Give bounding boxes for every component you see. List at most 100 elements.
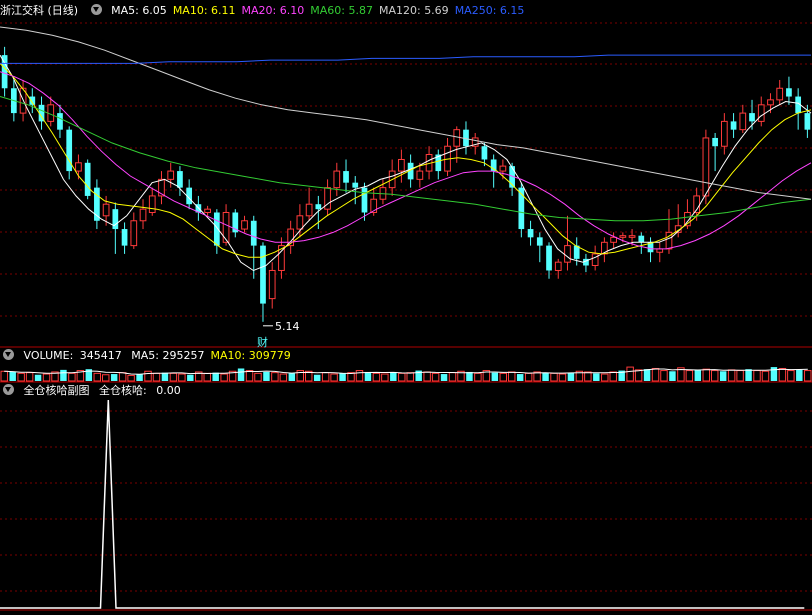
volume-bar xyxy=(245,370,254,382)
volume-panel[interactable] xyxy=(0,366,812,382)
volume-bar xyxy=(593,373,600,381)
volume-bar xyxy=(745,369,752,381)
candle-body xyxy=(749,113,755,122)
volume-bar xyxy=(702,368,711,382)
volume-bar xyxy=(42,373,51,382)
candle-body xyxy=(121,229,128,246)
candle-body xyxy=(102,203,110,217)
ma-line-ma120 xyxy=(0,26,812,200)
stock-title: 浙江交科 (日线) xyxy=(0,4,79,17)
volume-bar xyxy=(127,374,135,382)
candle-body xyxy=(786,88,792,97)
volume-bar xyxy=(398,372,406,382)
candle-body xyxy=(739,112,747,131)
volume-bar xyxy=(25,372,34,382)
volume-bar xyxy=(669,371,676,381)
volume-bar xyxy=(660,370,668,382)
ma-line-ma5 xyxy=(0,54,812,272)
candle-body xyxy=(656,248,664,253)
indicator-title: 全仓核哈副图 xyxy=(23,384,90,397)
candle-body xyxy=(177,171,183,188)
volume-bar xyxy=(110,374,118,381)
volume-bar xyxy=(406,372,414,382)
volume-title: VOLUME xyxy=(23,349,70,362)
volume-bar xyxy=(711,370,719,382)
volume-ma-legend: MA5: 295257 MA10: 309779 xyxy=(131,349,291,362)
volume-bar xyxy=(60,369,67,381)
legend-ma10: MA10 xyxy=(210,349,242,362)
volume-bar xyxy=(34,374,42,381)
dropdown-icon[interactable] xyxy=(3,384,14,395)
candle-body xyxy=(296,215,304,230)
volume-bar xyxy=(136,374,143,381)
legend-ma5-value: 295257 xyxy=(162,349,205,362)
ma-line-ma10 xyxy=(0,63,812,258)
volume-bar xyxy=(102,374,110,382)
candle-body xyxy=(361,187,368,213)
candle-body xyxy=(75,162,82,172)
indicator-header: 全仓核哈副图 全仓核哈: 0.00 xyxy=(0,383,187,399)
volume-bar xyxy=(474,372,482,382)
indicator-value: 0.00 xyxy=(156,384,181,397)
legend-ma60-value: 5.87 xyxy=(348,4,373,17)
volume-bar xyxy=(254,372,262,382)
volume-bar xyxy=(499,372,507,382)
volume-bar xyxy=(685,370,694,382)
volume-bar xyxy=(237,368,245,381)
candle-body xyxy=(84,162,91,196)
volume-bar xyxy=(381,373,389,382)
dropdown-icon[interactable] xyxy=(90,4,102,15)
legend-ma5: MA5 xyxy=(131,349,156,362)
candle-body xyxy=(241,220,248,230)
volume-bar xyxy=(372,372,381,382)
candle-body xyxy=(730,121,737,130)
candle-body xyxy=(712,137,718,147)
indicator-panel[interactable] xyxy=(0,399,805,609)
volume-bar xyxy=(440,374,448,381)
volume-bar xyxy=(364,371,372,381)
legend-ma20: MA20 xyxy=(241,4,273,17)
volume-bar xyxy=(466,371,473,381)
volume-bar xyxy=(804,370,812,382)
volume-bar xyxy=(355,370,364,382)
volume-bar xyxy=(321,372,330,382)
volume-bar xyxy=(491,372,499,381)
volume-bar xyxy=(448,372,457,382)
volume-bar xyxy=(93,372,101,382)
dropdown-icon[interactable] xyxy=(3,349,14,360)
volume-bar xyxy=(736,370,744,382)
candle-body xyxy=(139,208,147,222)
candle-body xyxy=(591,253,599,266)
candle-body xyxy=(767,99,774,106)
low-price-label: 5.14 xyxy=(275,320,300,333)
candle-body xyxy=(702,137,710,197)
volume-bar xyxy=(643,369,651,381)
candle-body xyxy=(343,171,349,183)
candle-body xyxy=(720,120,728,147)
volume-bar xyxy=(601,373,609,382)
candle-body xyxy=(130,220,138,247)
volume-bar xyxy=(787,370,795,382)
candle-body xyxy=(333,170,341,189)
candle-body xyxy=(148,195,156,213)
volume-bar xyxy=(761,370,770,382)
volume-bar xyxy=(609,371,617,382)
legend-ma120-value: 5.69 xyxy=(424,4,449,17)
volume-bar xyxy=(161,372,169,381)
candle-body xyxy=(610,236,617,243)
volume-bar xyxy=(584,371,592,382)
price-panel[interactable] xyxy=(0,26,812,327)
indicator-name: 全仓核哈 xyxy=(99,384,143,397)
stock-chart-canvas[interactable]: 5.14 财 xyxy=(0,0,812,615)
candle-body xyxy=(352,182,359,188)
volume-bar xyxy=(516,374,524,381)
price-header: 浙江交科 (日线) MA5: 6.05 MA10: 6.11 MA20: 6.10 M… xyxy=(0,3,536,19)
event-marker: 财 xyxy=(257,335,268,349)
volume-bar xyxy=(212,372,219,381)
volume-bar xyxy=(144,370,152,382)
volume-bar xyxy=(719,371,727,381)
candle-body xyxy=(204,208,211,213)
candle-body xyxy=(481,146,488,160)
volume-bar xyxy=(727,369,736,382)
volume-bar xyxy=(313,374,321,381)
